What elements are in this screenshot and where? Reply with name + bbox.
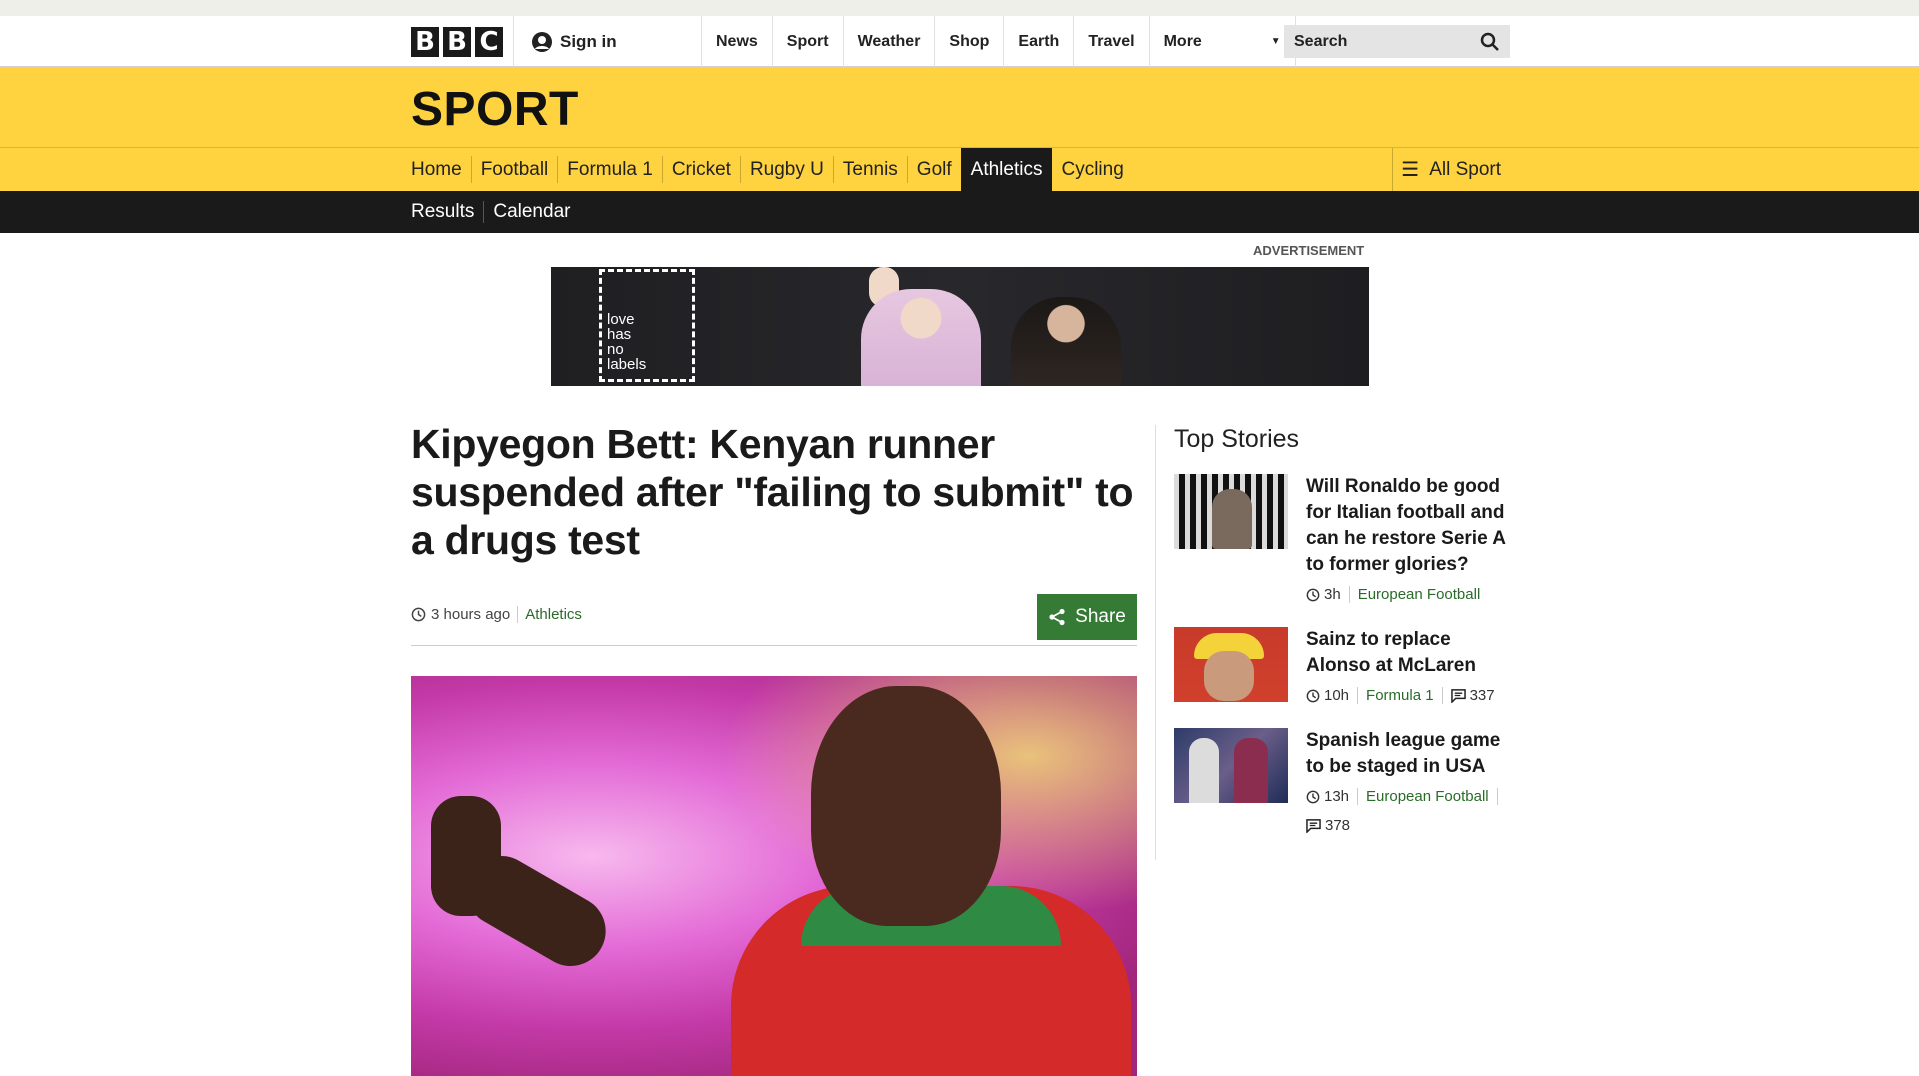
nav-shop[interactable]: Shop [935, 16, 1005, 67]
story-time: 3h [1324, 586, 1341, 603]
nav-travel[interactable]: Travel [1074, 16, 1150, 67]
all-sport-label: All Sport [1429, 158, 1501, 180]
ad-logo-box: love has no labels [599, 269, 695, 382]
nav-news[interactable]: News [702, 16, 773, 67]
clock-icon [411, 607, 426, 622]
story-item[interactable]: Will Ronaldo be good for Italian footbal… [1174, 474, 1511, 603]
ad-image-child [861, 289, 981, 386]
story-comment-count: 378 [1325, 817, 1351, 834]
sign-in-label: Sign in [560, 31, 617, 51]
top-stories: Top Stories Will Ronaldo be good for Ita… [1155, 425, 1511, 860]
subnav-cycling[interactable]: Cycling [1052, 156, 1132, 183]
comment-icon [1306, 818, 1321, 833]
story-comments[interactable]: 337 [1441, 687, 1495, 704]
sport-subnav: Home Football Formula 1 Cricket Rugby U … [0, 148, 1919, 191]
advertisement-banner[interactable]: love has no labels [551, 267, 1369, 386]
nav-more-dropdown[interactable]: More ▼ [1150, 16, 1296, 67]
secondary-nav: Results Calendar [0, 191, 1919, 233]
sign-in-link[interactable]: Sign in [513, 16, 701, 67]
story-title[interactable]: Sainz to replace Alonso at McLaren [1306, 627, 1511, 679]
story-section-link[interactable]: Formula 1 [1357, 687, 1434, 704]
nav-sport[interactable]: Sport [773, 16, 844, 67]
nav-weather[interactable]: Weather [844, 16, 936, 67]
clock-icon [1306, 790, 1320, 804]
search-icon[interactable] [1480, 32, 1500, 52]
ad-text-line: love [607, 311, 635, 328]
logo-letter: B [411, 26, 439, 57]
share-label: Share [1075, 606, 1126, 627]
caret-down-icon: ▼ [1270, 36, 1281, 47]
subnav-formula-1[interactable]: Formula 1 [557, 156, 662, 183]
story-item[interactable]: Spanish league game to be staged in USA … [1174, 728, 1511, 834]
story-comment-count: 337 [1469, 687, 1495, 704]
bbc-masthead: B B C Sign in News Sport Weather Shop Ea… [0, 16, 1919, 67]
article: Kipyegon Bett: Kenyan runner suspended a… [411, 420, 1137, 1076]
subnav-cricket[interactable]: Cricket [661, 156, 740, 183]
story-comments[interactable]: 378 [1306, 817, 1350, 834]
ad-text-line: no [607, 341, 624, 358]
bbc-logo[interactable]: B B C [411, 26, 503, 57]
story-thumbnail[interactable] [1174, 474, 1288, 549]
subnav-athletics[interactable]: Athletics [960, 148, 1053, 191]
story-title[interactable]: Spanish league game to be staged in USA [1306, 728, 1511, 780]
story-thumbnail[interactable] [1174, 627, 1288, 702]
story-section-link[interactable]: European Football [1348, 586, 1480, 603]
story-item[interactable]: Sainz to replace Alonso at McLaren 10h F… [1174, 627, 1511, 704]
comment-icon [1450, 688, 1466, 703]
secondary-calendar[interactable]: Calendar [483, 201, 579, 223]
story-time: 10h [1324, 687, 1350, 704]
nav-earth[interactable]: Earth [1004, 16, 1075, 67]
logo-letter: B [443, 26, 471, 57]
search-box [1284, 25, 1510, 58]
subnav-tennis[interactable]: Tennis [832, 156, 907, 183]
share-button[interactable]: Share [1037, 594, 1137, 640]
clock-icon [1306, 689, 1320, 703]
article-hero-image [411, 676, 1137, 1076]
clock-icon [1306, 588, 1320, 602]
story-section-link[interactable]: European Football [1357, 788, 1498, 805]
story-thumbnail[interactable] [1174, 728, 1288, 803]
subnav-rugby-union[interactable]: Rugby U [739, 156, 833, 183]
top-stories-heading: Top Stories [1174, 425, 1300, 453]
hamburger-icon: ☰ [1401, 159, 1420, 181]
nav-more-label: More [1163, 32, 1202, 50]
ad-text-line: has [607, 326, 632, 343]
global-nav: News Sport Weather Shop Earth Travel Mor… [701, 16, 1296, 67]
article-section-link[interactable]: Athletics [517, 606, 582, 623]
story-time: 13h [1324, 788, 1350, 805]
ad-image-child [1011, 297, 1121, 386]
secondary-results[interactable]: Results [411, 201, 483, 223]
subnav-football[interactable]: Football [470, 156, 558, 183]
sport-header: SPORT [0, 67, 1919, 148]
all-sport-menu[interactable]: ☰ All Sport [1392, 148, 1511, 191]
share-icon [1049, 608, 1065, 626]
section-title[interactable]: SPORT [411, 67, 1919, 137]
advertisement-label: ADVERTISEMENT [1253, 243, 1365, 258]
story-title[interactable]: Will Ronaldo be good for Italian footbal… [1306, 474, 1511, 578]
article-headline: Kipyegon Bett: Kenyan runner suspended a… [411, 421, 1134, 563]
browser-top-strip [0, 0, 1919, 16]
user-icon [532, 31, 552, 52]
subnav-golf[interactable]: Golf [906, 156, 961, 183]
subnav-home[interactable]: Home [411, 148, 471, 191]
article-timestamp: 3 hours ago [431, 606, 511, 623]
search-input[interactable] [1294, 32, 1464, 51]
logo-letter: C [475, 26, 503, 57]
ad-text-line: labels [607, 356, 647, 373]
article-meta: 3 hours ago Athletics Share [411, 594, 1137, 646]
